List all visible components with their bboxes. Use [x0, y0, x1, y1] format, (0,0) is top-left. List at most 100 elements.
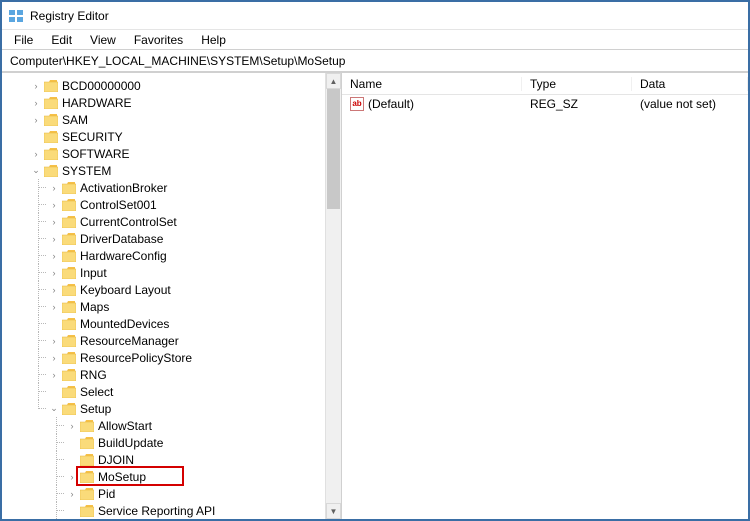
folder-icon	[44, 165, 58, 177]
scroll-down-button[interactable]: ▼	[326, 503, 341, 519]
tree-item[interactable]: ›CurrentControlSet	[48, 213, 325, 230]
chevron-right-icon[interactable]: ›	[30, 114, 42, 126]
chevron-right-icon[interactable]: ›	[66, 420, 78, 432]
chevron-right-icon[interactable]: ›	[48, 284, 60, 296]
tree-item-label: RNG	[80, 368, 107, 382]
tree-item[interactable]: ›MoSetup	[66, 468, 325, 485]
folder-icon	[62, 233, 76, 245]
chevron-right-icon[interactable]: ›	[66, 488, 78, 500]
chevron-right-icon[interactable]: ›	[48, 301, 60, 313]
tree-item[interactable]: › SAM	[30, 111, 325, 128]
chevron-right-icon[interactable]: ›	[48, 267, 60, 279]
chevron-right-icon[interactable]: ›	[48, 250, 60, 262]
folder-icon	[62, 182, 76, 194]
folder-icon	[62, 386, 76, 398]
tree-item-label: DJOIN	[98, 453, 134, 467]
folder-icon	[80, 454, 94, 466]
chevron-right-icon[interactable]: ›	[48, 182, 60, 194]
tree-item-label: Keyboard Layout	[80, 283, 171, 297]
folder-icon	[80, 471, 94, 483]
folder-icon	[44, 80, 58, 92]
list-header: Name Type Data	[342, 73, 748, 95]
tree-item[interactable]: ›ResourceManager	[48, 332, 325, 349]
tree-item[interactable]: Service Reporting API	[66, 502, 325, 519]
tree-item[interactable]: › Keyboard Layout	[48, 281, 325, 298]
folder-icon	[62, 216, 76, 228]
values-pane: Name Type Data ab(Default)REG_SZ(value n…	[342, 73, 748, 519]
tree-item-label: Service Reporting API	[98, 504, 215, 518]
address-input[interactable]	[8, 53, 742, 69]
menu-view[interactable]: View	[82, 32, 124, 48]
tree-item[interactable]: MountedDevices	[48, 315, 325, 332]
chevron-right-icon[interactable]: ›	[48, 352, 60, 364]
chevron-right-icon[interactable]: ›	[66, 471, 78, 483]
chevron-right-icon[interactable]: ›	[30, 148, 42, 160]
folder-icon	[62, 284, 76, 296]
folder-icon	[44, 131, 58, 143]
regedit-icon	[8, 8, 24, 24]
tree-item-label: BuildUpdate	[98, 436, 163, 450]
folder-icon	[62, 318, 76, 330]
value-type: REG_SZ	[522, 97, 632, 111]
tree-item-label: SOFTWARE	[62, 147, 130, 161]
tree-item[interactable]: › RNG	[48, 366, 325, 383]
tree-item[interactable]: › SOFTWARE	[30, 145, 325, 162]
folder-icon	[44, 97, 58, 109]
tree-item-label: ControlSet001	[80, 198, 157, 212]
chevron-down-icon[interactable]: ⌄	[48, 403, 60, 415]
chevron-right-icon[interactable]: ›	[48, 233, 60, 245]
chevron-right-icon[interactable]: ›	[48, 369, 60, 381]
tree-item-label: MountedDevices	[80, 317, 169, 331]
value-row[interactable]: ab(Default)REG_SZ(value not set)	[342, 95, 748, 113]
tree-item-label: ActivationBroker	[80, 181, 167, 195]
tree-item-label: AllowStart	[98, 419, 152, 433]
tree-item-label: Input	[80, 266, 107, 280]
tree-item[interactable]: DJOIN	[66, 451, 325, 468]
folder-icon	[80, 437, 94, 449]
scrollbar-thumb[interactable]	[327, 89, 340, 209]
menubar: File Edit View Favorites Help	[2, 30, 748, 50]
tree-item[interactable]: › Pid	[66, 485, 325, 502]
tree-item[interactable]: ›Maps	[48, 298, 325, 315]
tree-item-label: ResourcePolicyStore	[80, 351, 192, 365]
folder-icon	[80, 488, 94, 500]
chevron-right-icon[interactable]: ›	[48, 335, 60, 347]
tree-item[interactable]: › AllowStart	[66, 417, 325, 434]
menu-favorites[interactable]: Favorites	[126, 32, 191, 48]
menu-help[interactable]: Help	[193, 32, 234, 48]
chevron-right-icon[interactable]: ›	[30, 97, 42, 109]
chevron-down-icon[interactable]: ⌄	[30, 165, 42, 177]
chevron-right-icon[interactable]: ›	[48, 216, 60, 228]
tree-item[interactable]: ›BCD00000000	[30, 77, 325, 94]
tree-item[interactable]: › ResourcePolicyStore	[48, 349, 325, 366]
registry-tree: ›BCD00000000›HARDWARE›SAMSECURITY›SOFTWA…	[6, 77, 325, 519]
tree-item[interactable]: ›DriverDatabase	[48, 230, 325, 247]
tree-item[interactable]: › Input	[48, 264, 325, 281]
tree-item[interactable]: Select	[48, 383, 325, 400]
tree-scroll[interactable]: ›BCD00000000›HARDWARE›SAMSECURITY›SOFTWA…	[2, 73, 325, 519]
reg-string-icon: ab	[350, 97, 364, 111]
vertical-scrollbar[interactable]: ▲ ▼	[325, 73, 341, 519]
tree-item[interactable]: ›HardwareConfig	[48, 247, 325, 264]
column-data[interactable]: Data	[632, 77, 748, 91]
folder-icon	[62, 335, 76, 347]
tree-item-label: Pid	[98, 487, 115, 501]
menu-file[interactable]: File	[6, 32, 41, 48]
chevron-right-icon[interactable]: ›	[30, 80, 42, 92]
chevron-right-icon[interactable]: ›	[48, 199, 60, 211]
folder-icon	[62, 369, 76, 381]
column-name[interactable]: Name	[342, 77, 522, 91]
menu-edit[interactable]: Edit	[43, 32, 80, 48]
tree-item[interactable]: › ActivationBroker	[48, 179, 325, 196]
tree-item[interactable]: BuildUpdate	[66, 434, 325, 451]
scroll-up-button[interactable]: ▲	[326, 73, 341, 89]
column-type[interactable]: Type	[522, 77, 632, 91]
tree-item[interactable]: SECURITY	[30, 128, 325, 145]
value-data: (value not set)	[632, 97, 748, 111]
tree-item-label: SAM	[62, 113, 88, 127]
tree-item[interactable]: › ControlSet001	[48, 196, 325, 213]
tree-item[interactable]: ⌄SYSTEM	[30, 162, 325, 179]
tree-item[interactable]: ⌄ Setup	[48, 400, 325, 417]
tree-item-label: Setup	[80, 402, 111, 416]
tree-item[interactable]: ›HARDWARE	[30, 94, 325, 111]
